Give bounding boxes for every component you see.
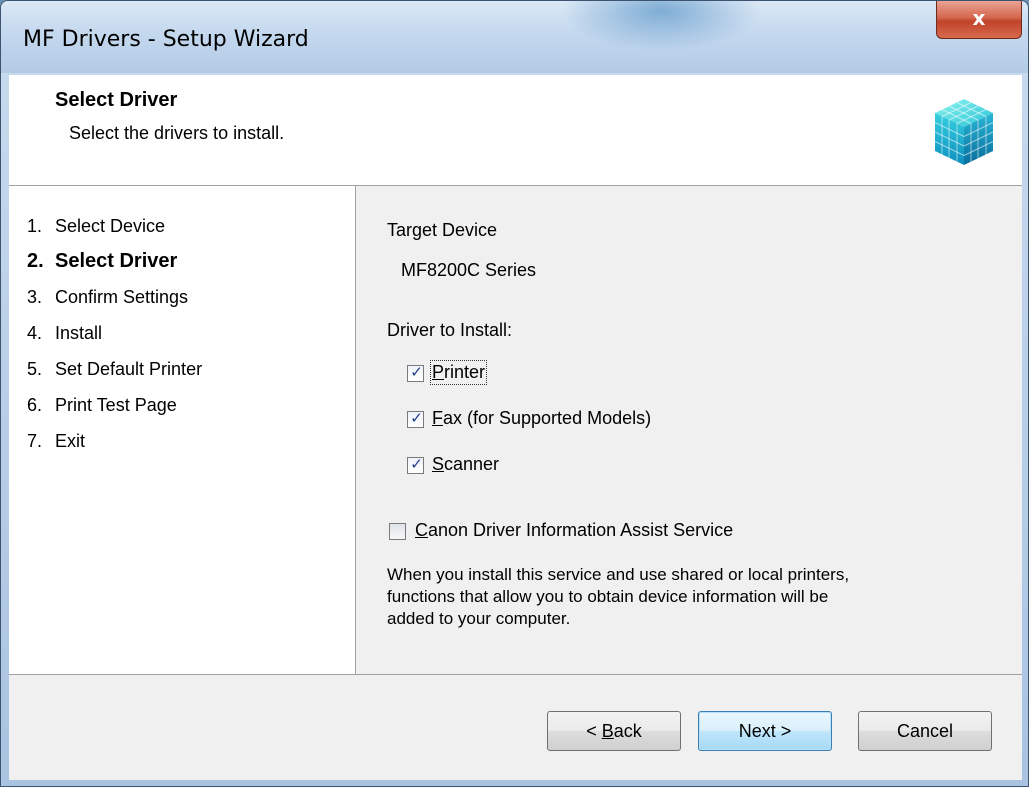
printer-checkbox-label[interactable]: Printer (429, 360, 488, 385)
footer-divider (9, 674, 1022, 675)
target-device-label: Target Device (387, 220, 498, 240)
step-label: Exit (55, 431, 86, 451)
step-number: 7. (27, 431, 43, 451)
step-label: Set Default Printer (55, 359, 203, 379)
checkmark-icon: ✓ (410, 455, 423, 473)
checkmark-icon: ✓ (410, 363, 423, 381)
back-prefix: < (586, 721, 602, 741)
checkmark-icon: ✓ (410, 409, 423, 427)
printer-label-text: rinter (444, 362, 486, 382)
step-set-default-printer: 5. Set Default Printer (27, 359, 202, 380)
fax-checkbox[interactable]: ✓ (407, 409, 424, 428)
scanner-checkbox[interactable]: ✓ (407, 455, 424, 474)
scanner-label-text: canner (444, 454, 500, 474)
step-number: 2. (27, 250, 44, 272)
page-subtitle: Select the drivers to install. (69, 123, 285, 143)
close-button[interactable]: x (936, 1, 1022, 39)
wizard-client-area: Select Driver Select the drivers to inst… (9, 75, 1022, 780)
step-label: Select Device (55, 216, 166, 236)
fax-checkbox-label[interactable]: Fax (for Supported Models) (432, 408, 651, 429)
description-line: added to your computer. (387, 609, 571, 628)
wizard-header: Select Driver Select the drivers to inst… (9, 75, 1022, 186)
description-line: functions that allow you to obtain devic… (387, 587, 829, 606)
target-device-value: MF8200C Series (401, 260, 537, 280)
step-print-test-page: 6. Print Test Page (27, 395, 177, 416)
back-button[interactable]: < Back (547, 711, 681, 751)
scanner-checkbox-label[interactable]: Scanner (432, 454, 499, 475)
step-label: Confirm Settings (55, 287, 189, 307)
step-select-driver: 2. Select Driver (27, 250, 177, 273)
title-bar[interactable]: MF Drivers - Setup Wizard x (1, 1, 1028, 73)
cancel-button[interactable]: Cancel (858, 711, 992, 751)
back-label-rest: ack (613, 721, 642, 741)
window-title: MF Drivers - Setup Wizard (23, 27, 309, 52)
step-install: 4. Install (27, 323, 102, 344)
driver-to-install-label: Driver to Install: (387, 320, 513, 340)
fax-mnemonic: F (432, 408, 443, 428)
step-number: 5. (27, 359, 43, 379)
printer-checkbox[interactable]: ✓ (407, 363, 424, 382)
step-label: Install (55, 323, 103, 343)
setup-wizard-window: MF Drivers - Setup Wizard x Select Drive… (0, 0, 1029, 787)
assist-service-checkbox[interactable] (389, 523, 406, 540)
step-number: 1. (27, 216, 43, 236)
step-label: Print Test Page (55, 395, 177, 415)
scanner-mnemonic: S (432, 454, 445, 474)
assist-service-label-text: anon Driver Information Assist Service (428, 520, 734, 540)
page-title: Select Driver (55, 89, 178, 111)
back-mnemonic: B (601, 721, 614, 741)
step-exit: 7. Exit (27, 431, 85, 452)
step-number: 4. (27, 323, 43, 343)
wizard-steps-panel: 1. Select Device 2. Select Driver 3. Confir… (9, 186, 356, 674)
assist-service-mnemonic: C (415, 520, 428, 540)
next-button[interactable]: Next > (698, 711, 832, 751)
step-number: 3. (27, 287, 43, 307)
step-confirm-settings: 3. Confirm Settings (27, 287, 188, 308)
step-select-device: 1. Select Device (27, 216, 165, 237)
assist-service-description: When you install this service and use sh… (387, 564, 1007, 630)
fax-label-text: ax (for Supported Models) (443, 408, 652, 428)
cube-grid-logo-icon (931, 95, 997, 172)
printer-mnemonic: P (432, 362, 445, 382)
step-label: Select Driver (55, 250, 178, 272)
close-icon: x (972, 6, 986, 30)
titlebar-glow (561, 1, 761, 51)
description-line: When you install this service and use sh… (387, 565, 850, 584)
step-number: 6. (27, 395, 43, 415)
assist-service-checkbox-label[interactable]: Canon Driver Information Assist Service (415, 520, 733, 541)
driver-selection-panel: Target Device MF8200C Series Driver to I… (357, 186, 1022, 674)
